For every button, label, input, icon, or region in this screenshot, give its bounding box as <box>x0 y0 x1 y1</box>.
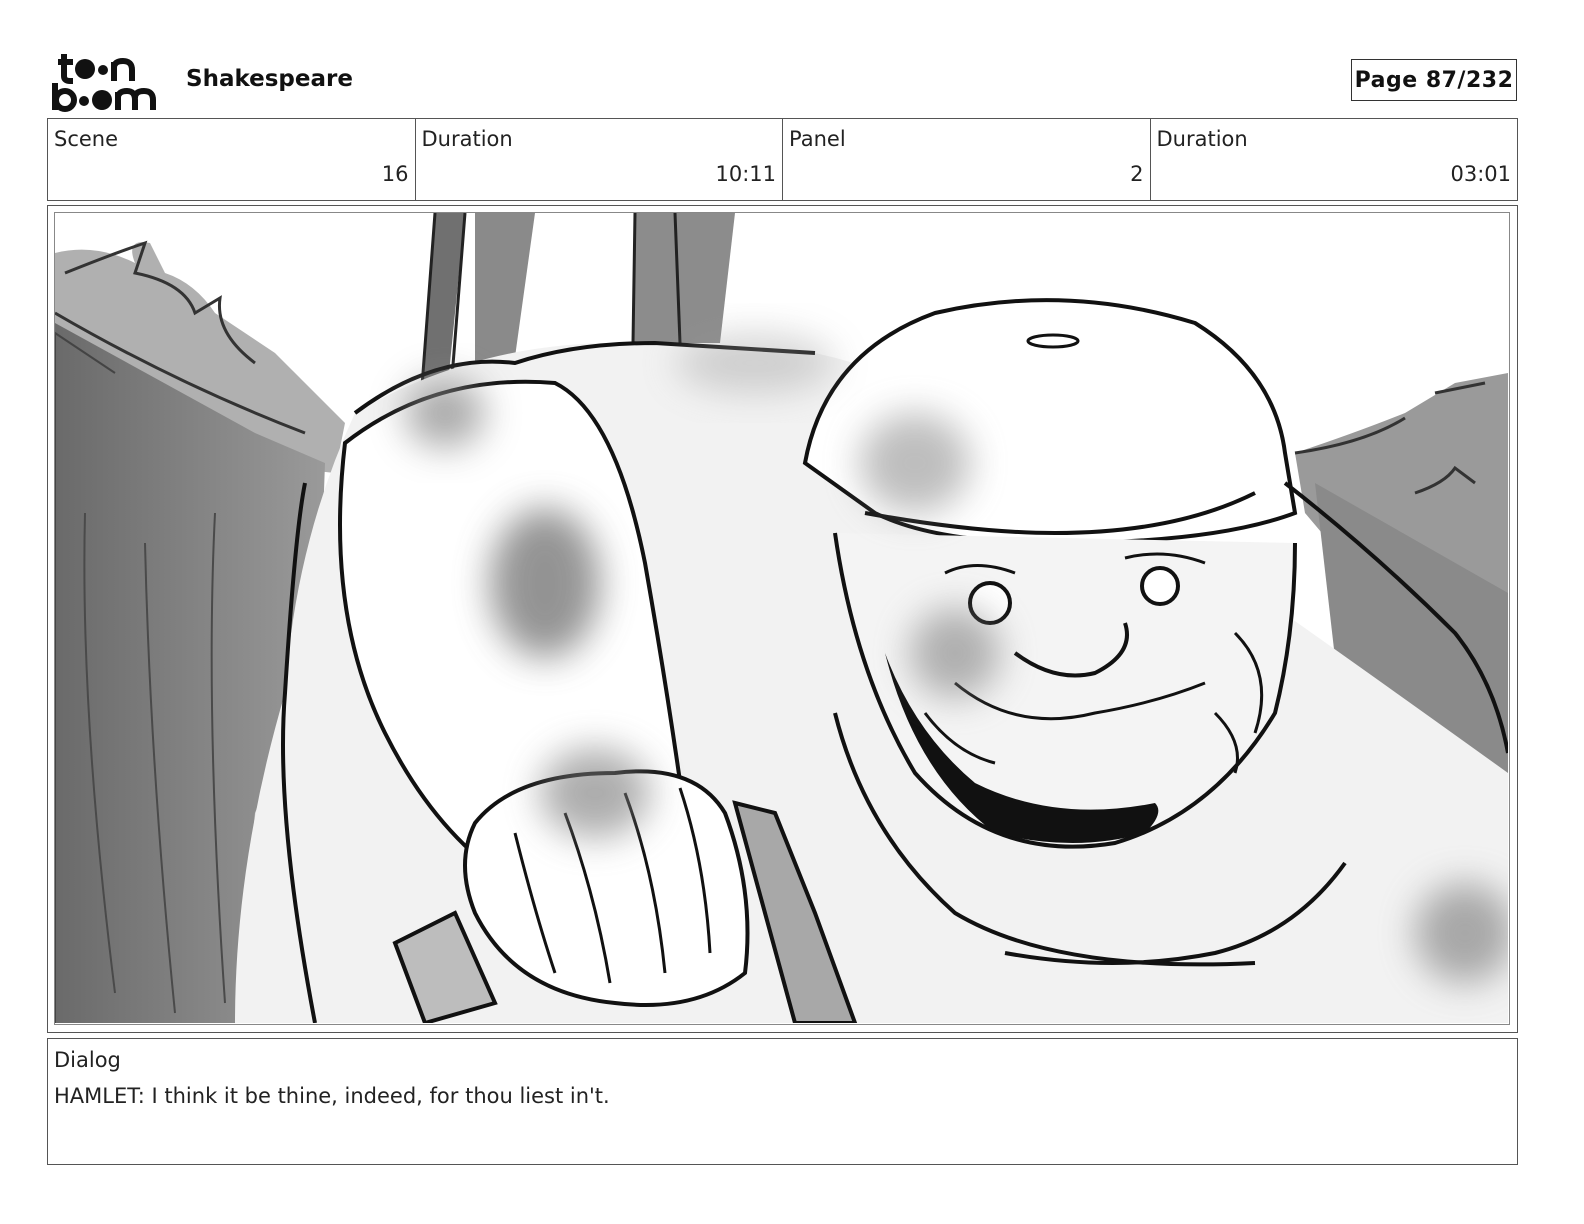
panel-duration-label: Duration <box>1156 127 1248 151</box>
logo-mark <box>52 54 156 112</box>
page-indicator: Page 87/232 <box>1351 59 1517 101</box>
scene-duration-label: Duration <box>421 127 513 151</box>
panel-duration-value: 03:01 <box>1450 162 1511 186</box>
dialog-text: HAMLET: I think it be thine, indeed, for… <box>54 1084 610 1108</box>
dialog-label: Dialog <box>54 1048 121 1072</box>
scene-cell: Scene 16 <box>48 119 416 200</box>
storyboard-panel-frame <box>47 205 1518 1033</box>
scene-label: Scene <box>54 127 119 151</box>
storyboard-sketch-image <box>54 212 1510 1025</box>
sketch-drawing <box>55 213 1508 1023</box>
dialog-section: Dialog HAMLET: I think it be thine, inde… <box>47 1038 1518 1165</box>
panel-info-table: Scene 16 Duration 10:11 Panel 2 Duration… <box>47 118 1518 201</box>
panel-cell: Panel 2 <box>783 119 1151 200</box>
project-title: Shakespeare <box>186 66 353 92</box>
panel-value: 2 <box>1130 162 1144 186</box>
scene-duration-cell: Duration 10:11 <box>416 119 783 200</box>
panel-label: Panel <box>789 127 846 151</box>
scene-duration-value: 10:11 <box>715 162 776 186</box>
scene-value: 16 <box>381 162 409 186</box>
toon-boom-logo <box>50 50 165 112</box>
panel-duration-cell: Duration 03:01 <box>1151 119 1518 200</box>
